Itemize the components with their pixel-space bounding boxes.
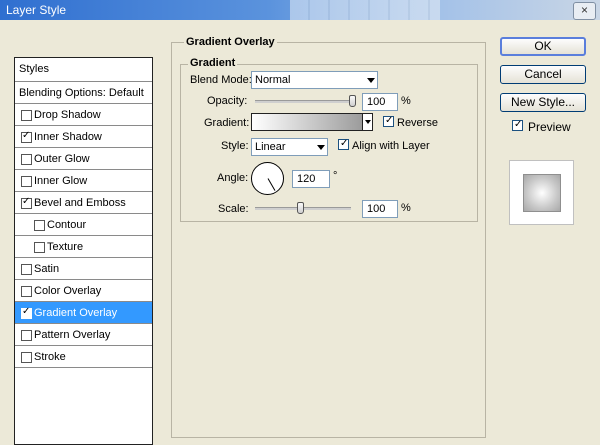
style-item-label: Color Overlay [34,285,102,297]
style-item-inner-glow[interactable]: Inner Glow [15,170,152,192]
style-item-label: Contour [47,219,87,231]
angle-label: Angle: [217,172,249,184]
checkbox-inner-shadow[interactable] [21,130,32,143]
style-item-label: Drop Shadow [34,109,101,121]
style-item-color-overlay[interactable]: Color Overlay [15,280,152,302]
styles-header[interactable]: Styles [15,58,152,82]
style-item-label: Bevel and Emboss [34,197,126,209]
styles-list: Styles Blending Options: Default Drop Sh… [14,57,153,445]
angle-unit: ° [333,170,338,182]
ok-button[interactable]: OK [500,37,586,56]
blend-mode-select[interactable]: Normal [251,71,378,89]
chevron-down-icon [317,145,325,150]
style-item-label: Inner Shadow [34,131,102,143]
background-window-ghost [290,0,440,20]
chevron-down-icon [367,78,375,83]
style-item-inner-shadow[interactable]: Inner Shadow [15,126,152,148]
gradient-label: Gradient: [204,117,250,129]
scale-label: Scale: [218,203,249,215]
style-item-bevel-emboss[interactable]: Bevel and Emboss [15,192,152,214]
checkbox-bevel-emboss[interactable] [21,196,32,209]
checkbox-drop-shadow[interactable] [21,110,32,121]
style-value: Linear [255,141,286,153]
opacity-input[interactable]: 100 [362,93,398,111]
preview-label: Preview [528,120,571,134]
gradient-picker-arrow[interactable] [362,113,373,131]
close-button[interactable]: × [573,2,596,20]
styles-header-label: Styles [19,63,49,75]
gradient-swatch[interactable] [251,113,363,131]
style-item-pattern-overlay[interactable]: Pattern Overlay [15,324,152,346]
angle-dial[interactable] [251,162,284,195]
checkbox-contour[interactable] [34,220,45,231]
gradient-group-title: Gradient [188,57,238,69]
window-title: Layer Style [6,3,67,17]
angle-dial-needle [267,178,276,191]
style-item-outer-glow[interactable]: Outer Glow [15,148,152,170]
style-item-contour[interactable]: Contour [15,214,152,236]
style-select[interactable]: Linear [251,138,328,156]
checkbox-outer-glow[interactable] [21,154,32,165]
style-item-label: Satin [34,263,60,275]
checkbox-color-overlay[interactable] [21,286,32,297]
opacity-slider-track[interactable] [255,100,356,103]
style-item-satin[interactable]: Satin [15,258,152,280]
scale-value: 100 [367,203,386,215]
scale-unit: % [401,202,411,214]
style-item-label: Pattern Overlay [34,329,111,341]
scale-slider-thumb[interactable] [296,202,304,214]
angle-value: 120 [297,173,316,185]
blend-mode-label: Blend Mode: [190,74,252,86]
style-item-stroke[interactable]: Stroke [15,346,152,368]
opacity-value: 100 [367,96,386,108]
angle-input[interactable]: 120 [292,170,330,188]
style-item-texture[interactable]: Texture [15,236,152,258]
style-item-label: Texture [47,241,84,253]
style-label: Style: [221,140,249,152]
checkbox-gradient-overlay[interactable] [21,306,32,319]
blending-options-item[interactable]: Blending Options: Default [15,82,152,104]
reverse-label: Reverse [397,117,438,129]
opacity-unit: % [401,95,411,107]
new-style-button[interactable]: New Style... [500,93,586,112]
style-item-gradient-overlay[interactable]: Gradient Overlay [15,302,152,324]
title-bar: Layer Style × [0,0,600,20]
checkbox-inner-glow[interactable] [21,176,32,187]
style-item-label: Inner Glow [34,175,88,187]
align-with-layer-checkbox[interactable] [338,138,349,150]
align-with-layer-label: Align with Layer [352,140,430,152]
checkbox-satin[interactable] [21,264,32,275]
style-item-drop-shadow[interactable]: Drop Shadow [15,104,152,126]
checkbox-texture[interactable] [34,242,45,253]
style-item-label: Stroke [34,351,66,363]
scale-input[interactable]: 100 [362,200,398,218]
style-item-label: Outer Glow [34,153,90,165]
gradient-overlay-title: Gradient Overlay [184,36,277,48]
checkbox-stroke[interactable] [21,352,32,363]
reverse-checkbox[interactable] [383,115,394,127]
dialog-client: Styles Blending Options: Default Drop Sh… [0,20,600,445]
preview-swatch [523,174,561,212]
style-item-label: Gradient Overlay [34,307,118,319]
blend-mode-value: Normal [255,74,291,86]
cancel-button[interactable]: Cancel [500,65,586,84]
preview-checkbox[interactable] [512,119,523,131]
blending-options-label: Blending Options: Default [19,87,144,99]
checkbox-pattern-overlay[interactable] [21,330,32,341]
preview-thumbnail [509,160,574,225]
opacity-label: Opacity: [207,95,248,107]
opacity-slider-thumb[interactable] [349,95,356,107]
